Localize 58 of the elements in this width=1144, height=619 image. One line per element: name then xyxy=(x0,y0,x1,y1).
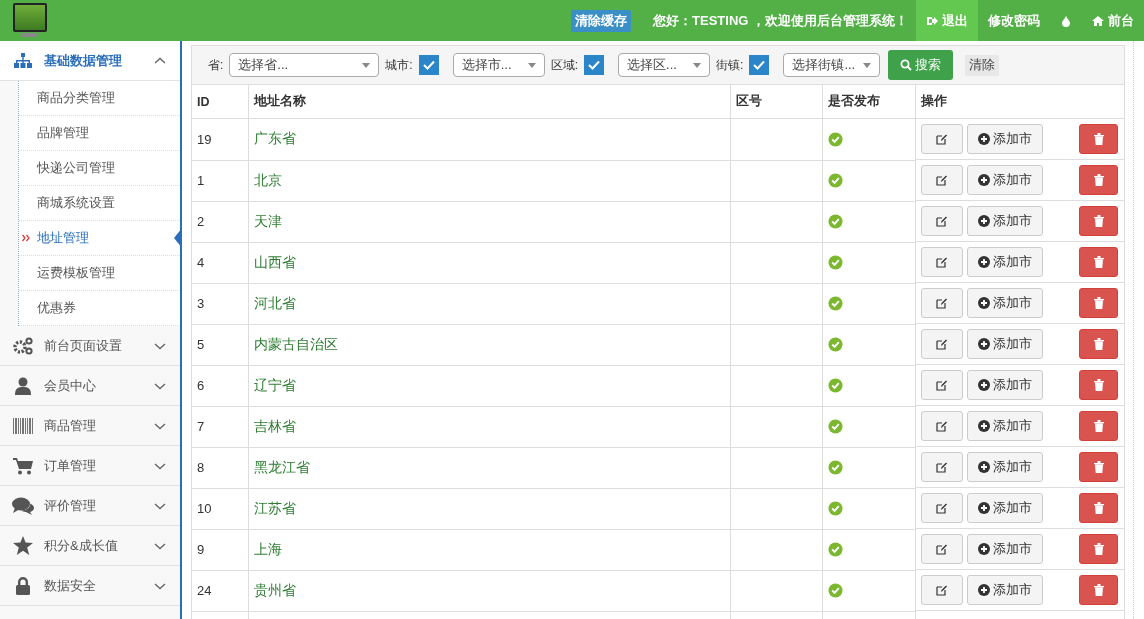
table-cell: 2 xyxy=(192,201,249,242)
filter-label: 省: xyxy=(208,56,224,74)
add-city-button[interactable]: 添加市 xyxy=(967,411,1043,441)
table-cell: 19 xyxy=(192,118,249,160)
sidebar-item[interactable]: 快递公司管理 xyxy=(19,151,180,186)
add-city-button[interactable]: 添加市 xyxy=(967,288,1043,318)
sidebar-group[interactable]: 基础数据管理 xyxy=(0,41,180,81)
add-city-button[interactable]: 添加市 xyxy=(967,124,1043,154)
add-city-button[interactable]: 添加市 xyxy=(967,206,1043,236)
table-cell: 山西省 xyxy=(248,242,731,283)
add-city-button[interactable]: 添加市 xyxy=(967,575,1043,605)
select-dropdown[interactable]: 选择区... xyxy=(618,53,711,77)
select-dropdown[interactable]: 选择街镇... xyxy=(783,53,881,77)
table-cell: 吉林省 xyxy=(248,406,731,447)
sidebar-item[interactable]: 商城系统设置 xyxy=(19,186,180,221)
add-city-button[interactable]: 添加市 xyxy=(967,493,1043,523)
column-header: 地址名称 xyxy=(248,85,731,119)
add-city-button[interactable]: 添加市 xyxy=(967,370,1043,400)
add-city-button[interactable]: 添加市 xyxy=(967,534,1043,564)
table-cell: 江苏省 xyxy=(248,488,731,529)
add-city-button[interactable]: 添加市 xyxy=(967,247,1043,277)
column-header: 区号 xyxy=(730,85,823,119)
table-cell: 1 xyxy=(192,160,249,201)
clear-cache-link[interactable]: 清除缓存 xyxy=(571,9,632,32)
table-cell: 10 xyxy=(192,488,249,529)
table-cell: 辽宁省 xyxy=(248,365,731,406)
add-city-button[interactable]: 添加市 xyxy=(967,329,1043,359)
sidebar-item[interactable]: 运费模板管理 xyxy=(19,256,180,291)
table-cell: 8 xyxy=(192,447,249,488)
table-cell: 贵州省 xyxy=(248,570,731,611)
table-cell: 5 xyxy=(192,324,249,365)
table-cell: 河北省 xyxy=(248,283,731,324)
select-dropdown[interactable]: 选择市... xyxy=(452,53,545,77)
add-city-button[interactable]: 添加市 xyxy=(967,452,1043,482)
table-cell: 24 xyxy=(192,570,249,611)
add-city-button[interactable]: 添加市 xyxy=(967,165,1043,195)
sidebar-item[interactable]: 商品分类管理 xyxy=(19,81,180,116)
table-cell: 内蒙古自治区 xyxy=(248,324,731,365)
column-header: 是否发布 xyxy=(822,85,916,119)
table-cell: 广东省 xyxy=(248,118,731,160)
greeting-text: 您好：TESTING ，欢迎使用后台管理系统！ xyxy=(653,11,908,30)
filter-label: 街镇: xyxy=(716,56,744,74)
select-dropdown[interactable]: 选择省... xyxy=(229,53,380,77)
column-header: 操作 xyxy=(915,85,1124,119)
filter-label: 区域: xyxy=(550,56,579,74)
table-cell: 黑龙江省 xyxy=(248,447,731,488)
table-cell: 天津 xyxy=(248,201,731,242)
table-cell: 4 xyxy=(192,242,249,283)
column-header: ID xyxy=(192,85,249,119)
table-cell: 7 xyxy=(192,406,249,447)
table-cell: 3 xyxy=(192,283,249,324)
table-cell: 上海 xyxy=(248,529,731,570)
filter-label: 城市: xyxy=(385,56,413,74)
table-cell: 6 xyxy=(192,365,249,406)
clear-button[interactable]: 清除 xyxy=(965,54,1000,76)
sidebar-item[interactable]: 品牌管理 xyxy=(19,116,180,151)
table-cell: 9 xyxy=(192,529,249,570)
table-cell: 北京 xyxy=(248,160,731,201)
